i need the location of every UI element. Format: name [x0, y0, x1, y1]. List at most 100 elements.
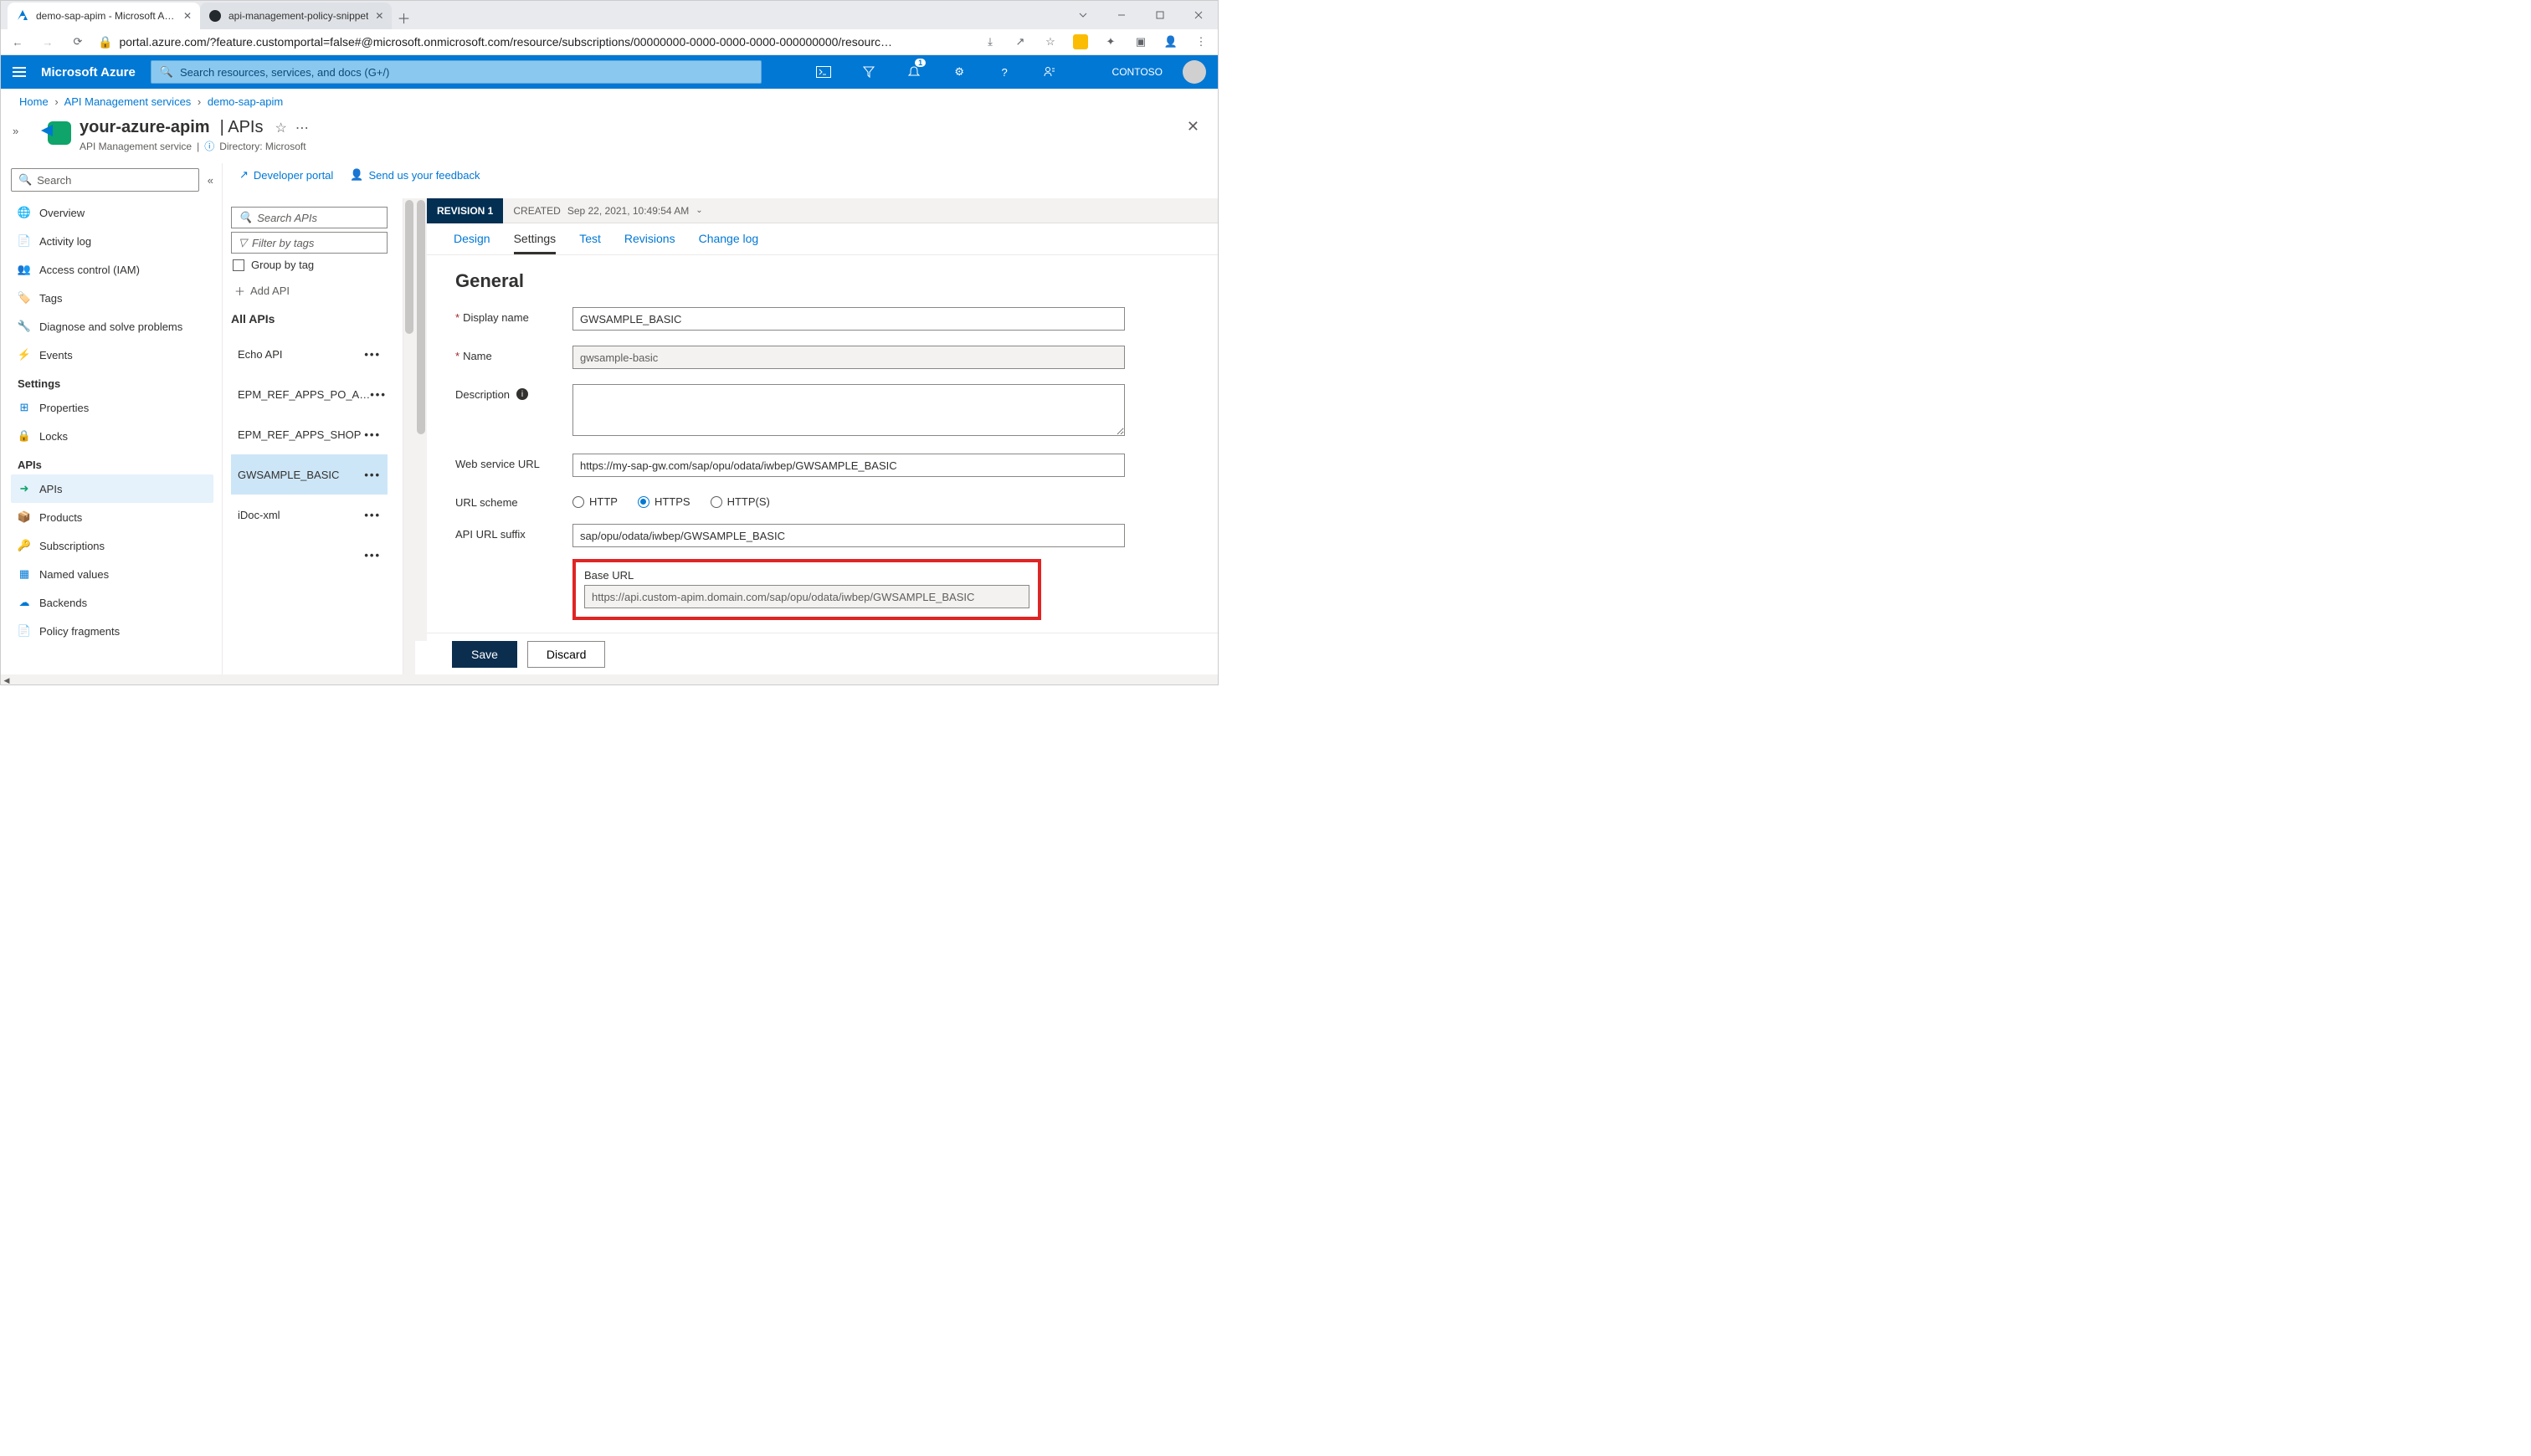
- nav-back-icon[interactable]: ←: [8, 32, 28, 52]
- api-item-idoc[interactable]: iDoc-xml•••: [231, 495, 388, 535]
- nav-locks[interactable]: 🔒Locks: [11, 422, 213, 450]
- brand-label[interactable]: Microsoft Azure: [41, 65, 136, 79]
- global-search-input[interactable]: [180, 66, 752, 79]
- item-menu-icon[interactable]: •••: [364, 509, 381, 521]
- nav-products[interactable]: 📦Products: [11, 503, 213, 531]
- input-web-url[interactable]: [572, 454, 1125, 477]
- bookmark-star-icon[interactable]: ☆: [1040, 32, 1060, 52]
- pin-star-icon[interactable]: ☆: [275, 120, 286, 136]
- api-search[interactable]: 🔍Search APIs: [231, 207, 388, 228]
- settings-gear-icon[interactable]: ⚙: [944, 55, 974, 89]
- nav-diagnose[interactable]: 🔧Diagnose and solve problems: [11, 312, 213, 341]
- api-item-epm-po[interactable]: EPM_REF_APPS_PO_A…•••: [231, 374, 388, 414]
- collapse-nav-icon[interactable]: «: [208, 174, 213, 187]
- tab-test[interactable]: Test: [579, 232, 601, 254]
- nav-properties[interactable]: ⊞Properties: [11, 393, 213, 422]
- tab-design[interactable]: Design: [454, 232, 490, 254]
- more-actions-icon[interactable]: ⋯: [295, 120, 309, 136]
- info-icon[interactable]: i: [516, 388, 528, 400]
- nav-backends[interactable]: ☁Backends: [11, 588, 213, 617]
- user-avatar[interactable]: [1183, 60, 1206, 84]
- url-field[interactable]: 🔒 portal.azure.com/?feature.customportal…: [98, 35, 970, 49]
- side-panel-icon[interactable]: ▣: [1131, 32, 1151, 52]
- feedback-icon[interactable]: [1034, 55, 1065, 89]
- label-display-name: Display name: [463, 311, 529, 324]
- extensions-puzzle-icon[interactable]: ✦: [1101, 32, 1121, 52]
- close-icon[interactable]: ✕: [183, 10, 192, 22]
- tab-settings[interactable]: Settings: [514, 232, 557, 254]
- nav-tags[interactable]: 🏷️Tags: [11, 284, 213, 312]
- nav-search[interactable]: 🔍 Search: [11, 168, 199, 192]
- browser-tab-1[interactable]: api-management-policy-snippet ✕: [200, 3, 392, 29]
- item-menu-icon[interactable]: •••: [364, 348, 381, 361]
- label-url-scheme: URL scheme: [455, 496, 518, 509]
- directory-filter-icon[interactable]: [854, 55, 884, 89]
- nav-apis[interactable]: ➜APIs: [11, 474, 213, 503]
- blade-close-icon[interactable]: ✕: [1187, 118, 1199, 136]
- send-feedback-link[interactable]: 👤Send us your feedback: [350, 168, 480, 182]
- breadcrumb-home[interactable]: Home: [19, 95, 49, 108]
- azure-top-bar: Microsoft Azure 🔍 1 ⚙ ? CONTOSO: [1, 55, 1218, 89]
- api-item-epm-shop[interactable]: EPM_REF_APPS_SHOP•••: [231, 414, 388, 454]
- radio-http[interactable]: HTTP: [572, 495, 618, 508]
- group-by-tag-checkbox[interactable]: Group by tag: [233, 259, 386, 271]
- cloud-shell-icon[interactable]: [809, 55, 839, 89]
- nav-overview[interactable]: 🌐Overview: [11, 198, 213, 227]
- input-description[interactable]: [572, 384, 1125, 436]
- api-item-more[interactable]: •••: [231, 535, 388, 575]
- revision-created[interactable]: CREATED Sep 22, 2021, 10:49:54 AM ⌄: [503, 205, 712, 217]
- tenant-label[interactable]: CONTOSO: [1112, 66, 1163, 78]
- tab-changelog[interactable]: Change log: [699, 232, 759, 254]
- radio-http-s[interactable]: HTTP(S): [711, 495, 770, 508]
- api-filter-tags[interactable]: ▽Filter by tags: [231, 232, 388, 254]
- item-menu-icon[interactable]: •••: [364, 549, 381, 561]
- expand-menu-icon[interactable]: »: [13, 125, 18, 137]
- developer-portal-link[interactable]: ↗Developer portal: [239, 168, 333, 182]
- item-menu-icon[interactable]: •••: [364, 428, 381, 441]
- api-list-scrollbar[interactable]: [403, 198, 415, 674]
- close-icon[interactable]: ✕: [375, 10, 383, 22]
- nav-subscriptions[interactable]: 🔑Subscriptions: [11, 531, 213, 560]
- scroll-left-icon[interactable]: ◀: [1, 674, 13, 686]
- breadcrumb-apim[interactable]: API Management services: [64, 95, 192, 108]
- global-search[interactable]: 🔍: [151, 60, 762, 84]
- browser-menu-icon[interactable]: ⋮: [1191, 32, 1211, 52]
- extension-icon[interactable]: [1070, 32, 1091, 52]
- tab-search-icon[interactable]: [1064, 1, 1102, 29]
- item-menu-icon[interactable]: •••: [370, 388, 387, 401]
- nav-iam[interactable]: 👥Access control (IAM): [11, 255, 213, 284]
- save-button[interactable]: Save: [452, 641, 517, 668]
- api-item-gwsample[interactable]: GWSAMPLE_BASIC•••: [231, 454, 388, 495]
- all-apis-heading[interactable]: All APIs: [231, 312, 388, 326]
- help-icon[interactable]: ?: [989, 55, 1019, 89]
- radio-https[interactable]: HTTPS: [638, 495, 691, 508]
- input-display-name[interactable]: [572, 307, 1125, 331]
- horizontal-scrollbar[interactable]: ◀: [1, 674, 1218, 684]
- tab-revisions[interactable]: Revisions: [624, 232, 675, 254]
- detail-scrollbar[interactable]: [415, 198, 427, 641]
- nav-activity-log[interactable]: 📄Activity log: [11, 227, 213, 255]
- share-icon[interactable]: ↗: [1010, 32, 1030, 52]
- portal-menu-icon[interactable]: [13, 67, 26, 77]
- add-api-button[interactable]: ＋Add API: [231, 283, 388, 299]
- breadcrumb-resource[interactable]: demo-sap-apim: [208, 95, 283, 108]
- item-menu-icon[interactable]: •••: [364, 469, 381, 481]
- info-icon[interactable]: ⓘ: [204, 139, 214, 153]
- nav-policy-fragments[interactable]: 📄Policy fragments: [11, 617, 213, 645]
- checkbox-icon: [233, 259, 244, 271]
- new-tab-button[interactable]: ＋: [392, 6, 415, 29]
- api-item-echo[interactable]: Echo API•••: [231, 334, 388, 374]
- profile-icon[interactable]: 👤: [1161, 32, 1181, 52]
- notifications-icon[interactable]: 1: [899, 55, 929, 89]
- nav-named-values[interactable]: ▦Named values: [11, 560, 213, 588]
- nav-reload-icon[interactable]: ⟳: [68, 32, 88, 52]
- input-suffix[interactable]: [572, 524, 1125, 547]
- window-close-icon[interactable]: [1179, 1, 1218, 29]
- revision-tag[interactable]: REVISION 1: [427, 198, 503, 223]
- install-app-icon[interactable]: ⤓: [980, 32, 1000, 52]
- browser-tab-0[interactable]: demo-sap-apim - Microsoft Azur ✕: [8, 3, 200, 29]
- nav-events[interactable]: ⚡Events: [11, 341, 213, 369]
- window-maximize-icon[interactable]: [1141, 1, 1179, 29]
- discard-button[interactable]: Discard: [527, 641, 605, 668]
- window-minimize-icon[interactable]: [1102, 1, 1141, 29]
